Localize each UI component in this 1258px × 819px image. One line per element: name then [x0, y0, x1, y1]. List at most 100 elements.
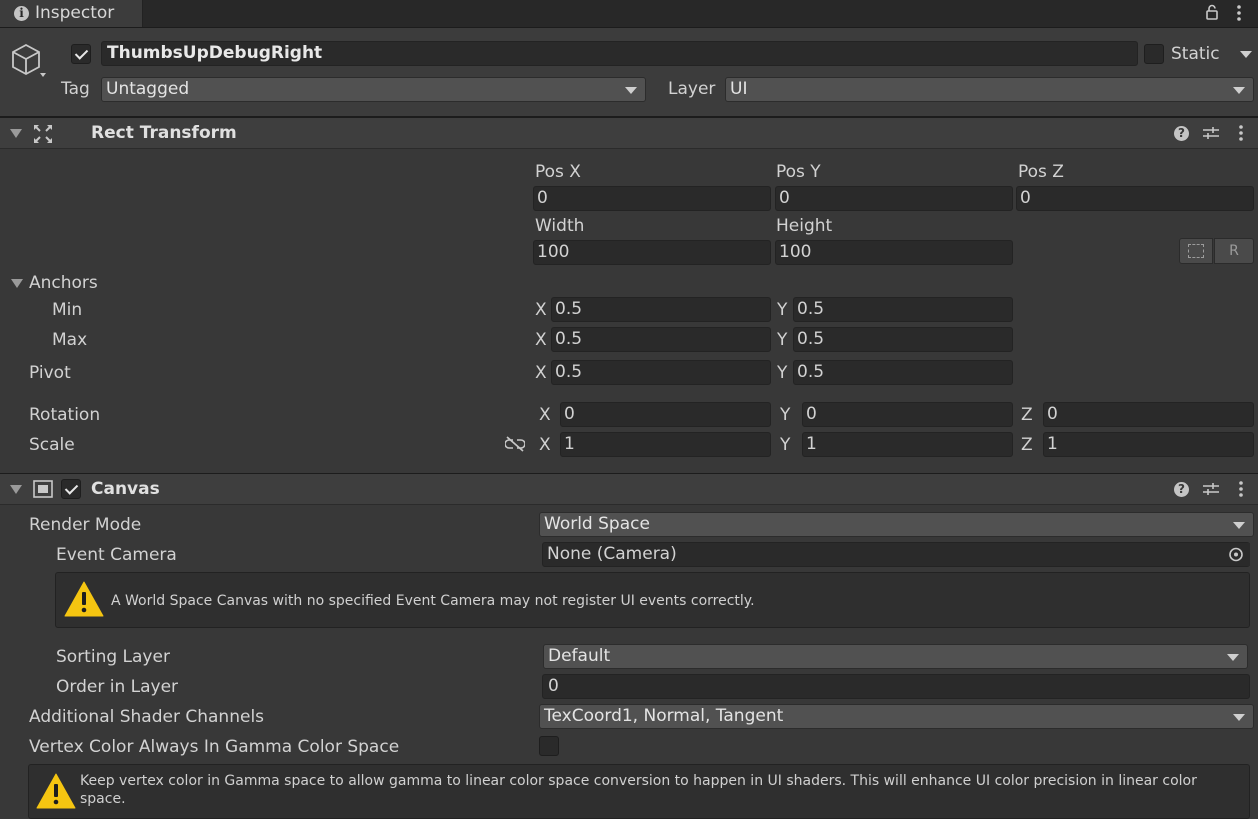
max-x-field[interactable]: 0.5	[551, 327, 771, 352]
help-icon[interactable]: ?	[1174, 482, 1189, 497]
scale-z-field[interactable]: 1	[1043, 432, 1254, 457]
rot-x-field[interactable]: 0	[560, 402, 771, 427]
max-y-label: Y	[777, 330, 788, 350]
object-picker-icon[interactable]	[1222, 543, 1250, 566]
tag-value: Untagged	[106, 79, 190, 99]
layer-dropdown[interactable]: UI	[725, 77, 1254, 102]
sorting-layer-label: Sorting Layer	[56, 647, 170, 667]
pos-y-label: Pos Y	[776, 162, 821, 182]
min-label: Min	[52, 300, 83, 320]
chevron-down-icon	[625, 87, 637, 94]
raw-edit-button[interactable]: R	[1214, 238, 1254, 264]
pos-x-label: Pos X	[535, 162, 581, 182]
foldout-icon[interactable]	[10, 485, 22, 494]
shader-channels-label: Additional Shader Channels	[29, 707, 265, 727]
scale-y-field[interactable]: 1	[802, 432, 1013, 457]
min-y-label: Y	[777, 300, 788, 320]
order-in-layer-field[interactable]: 0	[542, 674, 1250, 699]
shader-channels-dropdown[interactable]: TexCoord1, Normal, Tangent	[539, 704, 1254, 729]
max-y-field[interactable]: 0.5	[793, 327, 1013, 352]
chevron-down-icon	[1233, 714, 1245, 721]
pivot-y-label: Y	[777, 363, 788, 383]
order-in-layer-label: Order in Layer	[56, 677, 179, 697]
event-camera-label: Event Camera	[56, 545, 177, 565]
tab-bar: i Inspector	[0, 0, 1258, 28]
static-checkbox[interactable]	[1144, 44, 1164, 64]
render-mode-dropdown[interactable]: World Space	[539, 512, 1254, 537]
tag-dropdown[interactable]: Untagged	[101, 77, 646, 102]
canvas-header[interactable]: Canvas ?	[0, 473, 1258, 505]
sorting-layer-dropdown[interactable]: Default	[543, 644, 1248, 669]
blueprint-mode-button[interactable]	[1179, 238, 1213, 264]
anchors-label[interactable]: Anchors	[29, 273, 98, 293]
rot-z-label: Z	[1021, 405, 1033, 425]
foldout-icon[interactable]	[10, 129, 22, 138]
scale-x-label: X	[539, 435, 551, 455]
layer-label: Layer	[668, 79, 716, 99]
rect-transform-title: Rect Transform	[91, 123, 237, 143]
canvas-enabled-checkbox[interactable]	[61, 479, 81, 499]
active-checkbox[interactable]	[71, 44, 91, 64]
render-mode-value: World Space	[544, 514, 650, 534]
width-field[interactable]: 100	[533, 240, 771, 265]
presets-icon[interactable]	[1203, 125, 1219, 146]
canvas-icon	[33, 480, 53, 503]
event-camera-field[interactable]: None (Camera)	[542, 542, 1250, 567]
height-field[interactable]: 100	[775, 240, 1013, 265]
render-mode-label: Render Mode	[29, 515, 142, 535]
event-camera-warning: A World Space Canvas with no specified E…	[55, 572, 1250, 628]
more-options-icon[interactable]	[1236, 4, 1242, 27]
name-field[interactable]: ThumbsUpDebugRight	[101, 41, 1138, 66]
shader-channels-value: TexCoord1, Normal, Tangent	[544, 706, 784, 726]
rot-y-label: Y	[780, 405, 791, 425]
pos-y-field[interactable]: 0	[775, 186, 1013, 211]
lock-icon[interactable]	[1205, 4, 1219, 25]
more-options-icon[interactable]	[1238, 480, 1244, 503]
presets-icon[interactable]	[1203, 481, 1219, 502]
blueprint-icon	[1188, 244, 1204, 258]
gamma-warning: Keep vertex color in Gamma space to allo…	[28, 764, 1250, 819]
warning-icon	[64, 581, 104, 622]
tab-inspector[interactable]: i Inspector	[0, 0, 143, 27]
pos-z-label: Pos Z	[1018, 162, 1064, 182]
pivot-x-label: X	[535, 363, 547, 383]
warning-icon	[36, 773, 76, 814]
raw-edit-label: R	[1229, 243, 1239, 259]
gamma-warning-text: Keep vertex color in Gamma space to allo…	[80, 773, 1197, 807]
canvas-title: Canvas	[91, 479, 160, 499]
scale-x-field[interactable]: 1	[560, 432, 771, 457]
anchors-foldout-icon[interactable]	[11, 279, 23, 288]
max-x-label: X	[535, 330, 547, 350]
pivot-label: Pivot	[29, 363, 71, 383]
rect-transform-header[interactable]: Rect Transform ?	[0, 117, 1258, 149]
sorting-layer-value: Default	[548, 646, 611, 666]
max-label: Max	[52, 330, 88, 350]
pos-z-field[interactable]: 0	[1016, 186, 1254, 211]
chevron-down-icon	[1233, 522, 1245, 529]
min-x-field[interactable]: 0.5	[551, 297, 771, 322]
pos-x-field[interactable]: 0	[533, 186, 771, 211]
tab-label: Inspector	[35, 3, 115, 23]
constrain-proportions-icon[interactable]	[504, 436, 526, 457]
pivot-x-field[interactable]: 0.5	[551, 360, 771, 385]
layer-value: UI	[730, 79, 748, 99]
pivot-y-field[interactable]: 0.5	[793, 360, 1013, 385]
min-y-field[interactable]: 0.5	[793, 297, 1013, 322]
more-options-icon[interactable]	[1238, 124, 1244, 147]
tag-label: Tag	[61, 79, 90, 99]
chevron-down-icon	[1233, 87, 1245, 94]
help-icon[interactable]: ?	[1174, 126, 1189, 141]
info-icon: i	[14, 6, 29, 21]
gameobject-header: ThumbsUpDebugRight Static Tag Untagged L…	[0, 28, 1258, 117]
vertex-color-checkbox[interactable]	[539, 736, 559, 756]
width-label: Width	[535, 216, 585, 236]
min-x-label: X	[535, 300, 547, 320]
rect-transform-icon	[33, 124, 53, 149]
rot-y-field[interactable]: 0	[802, 402, 1013, 427]
vertex-color-label: Vertex Color Always In Gamma Color Space	[29, 737, 400, 757]
rot-x-label: X	[539, 405, 551, 425]
cube-icon[interactable]	[10, 43, 46, 86]
rot-z-field[interactable]: 0	[1043, 402, 1254, 427]
rotation-label: Rotation	[29, 405, 101, 425]
scale-label: Scale	[29, 435, 75, 455]
